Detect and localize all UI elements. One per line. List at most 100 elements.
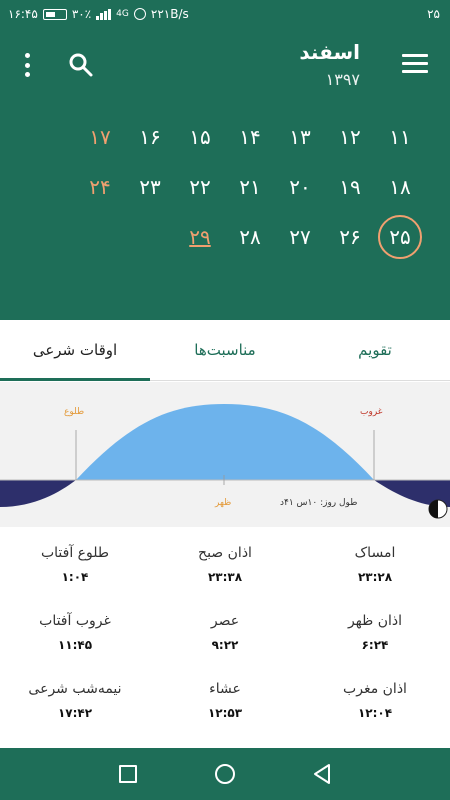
prayer-time-cell: امساک ۲۳:۲۸ xyxy=(300,532,450,597)
calendar-day-number: ۱۴ xyxy=(239,125,261,149)
alarm-icon xyxy=(133,8,146,20)
prayer-time-name: اذان ظهر xyxy=(347,613,403,629)
calendar-day-number: ۱۲ xyxy=(339,125,361,149)
prayer-time-value: ۹:۲۲ xyxy=(211,638,239,652)
calendar-day-number: ۲۴ xyxy=(89,175,111,199)
sun-position-chart: طلوع غروب ظهر طول روز: ۱۰س ۴۱د xyxy=(0,382,450,527)
calendar-day[interactable]: ۱۱ xyxy=(375,112,425,162)
prayer-time-cell: غروب آفتاب ۱۱:۴۵ xyxy=(0,600,150,665)
status-left-group: ۱۶:۴۵ ۳۰٪ 4G ۲۲۱B/s xyxy=(8,7,189,21)
prayer-time-cell: اذان مغرب ۱۲:۰۴ xyxy=(300,668,450,733)
prayer-time-name: امساک xyxy=(354,545,396,561)
calendar-day-number: ۲۷ xyxy=(289,225,311,249)
status-date: ۲۵ xyxy=(427,7,440,21)
prayer-time-cell: اذان صبح ۲۳:۳۸ xyxy=(150,532,300,597)
prayer-time-name: طلوع آفتاب xyxy=(40,545,110,561)
calendar-day-number: ۲۹ xyxy=(189,225,211,249)
tab-occasions[interactable]: مناسبت‌ها xyxy=(150,320,300,380)
prayer-time-name: اذان صبح xyxy=(198,545,252,561)
tab-prayer-times[interactable]: اوقات شرعی xyxy=(0,320,150,381)
calendar-day-number: ۱۱ xyxy=(389,125,411,149)
calendar-day-number: ۱۵ xyxy=(189,125,211,149)
calendar-day[interactable]: ۲۸ xyxy=(225,212,275,262)
calendar-day-number: ۱۸ xyxy=(389,175,411,199)
calendar-week-row: ۱۸ ۱۹ ۲۰ ۲۱ ۲۲ ۲۳ ۲۴ xyxy=(25,162,425,212)
prayer-time-value: ۱۱:۴۵ xyxy=(57,638,93,652)
prayer-time-value: ۱۲:۰۴ xyxy=(357,706,393,720)
prayer-time-cell: اذان ظهر ۶:۲۴ xyxy=(300,600,450,665)
calendar-week-row: ۲۵ ۲۶ ۲۷ ۲۸ ۲۹ xyxy=(25,212,425,262)
calendar-day[interactable]: ۲۰ xyxy=(275,162,325,212)
calendar-day[interactable]: ۲۱ xyxy=(225,162,275,212)
month-title[interactable]: اسفند xyxy=(299,40,360,64)
calendar-day[interactable]: ۲۶ xyxy=(325,212,375,262)
prayer-time-name: غروب آفتاب xyxy=(39,613,111,629)
year-title[interactable]: ۱۳۹۷ xyxy=(326,70,360,89)
calendar-day[interactable]: ۱۹ xyxy=(325,162,375,212)
calendar-day-selected[interactable]: ۲۵ xyxy=(375,212,425,262)
moon-icon xyxy=(428,499,448,519)
prayer-time-cell: عصر ۹:۲۲ xyxy=(150,600,300,665)
day-length-label: طول روز: ۱۰س ۴۱د xyxy=(280,498,358,508)
prayer-time-name: عشاء xyxy=(209,681,241,697)
noon-label: ظهر xyxy=(215,498,232,508)
calendar-day[interactable]: ۲۴ xyxy=(75,162,125,212)
hamburger-menu-icon[interactable] xyxy=(402,54,428,74)
calendar-day[interactable]: ۱۵ xyxy=(175,112,225,162)
calendar-grid: ۱۱ ۱۲ ۱۳ ۱۴ ۱۵ ۱۶ ۱۷ ۱۸ ۱۹ ۲۰ ۲۱ ۲۲ ۲۳ ۲۴ ۲۵ ۲۶ ۲۷ ۲۸ ۲۹ xyxy=(25,112,425,262)
calendar-day[interactable]: ۲۷ xyxy=(275,212,325,262)
calendar-day[interactable]: ۲۲ xyxy=(175,162,225,212)
calendar-week-row: ۱۱ ۱۲ ۱۳ ۱۴ ۱۵ ۱۶ ۱۷ xyxy=(25,112,425,162)
calendar-day-number: ۲۵ xyxy=(378,215,422,259)
more-vertical-icon[interactable] xyxy=(20,52,34,78)
battery-text: ۳۰٪ xyxy=(71,7,92,21)
sunrise-label: طلوع xyxy=(64,407,85,417)
prayer-time-value: ۱۲:۵۳ xyxy=(207,706,243,720)
status-bar: ۱۶:۴۵ ۳۰٪ 4G ۲۲۱B/s ۲۵ xyxy=(0,0,450,30)
network-type-text: 4G xyxy=(116,9,129,19)
prayer-time-name: اذان مغرب xyxy=(343,681,407,697)
calendar-day-number: ۲۱ xyxy=(239,175,261,199)
search-icon[interactable] xyxy=(68,52,94,78)
prayer-time-value: ۱:۰۴ xyxy=(61,570,89,584)
battery-icon xyxy=(42,8,67,20)
calendar-day[interactable]: ۱۶ xyxy=(125,112,175,162)
prayer-time-cell: عشاء ۱۲:۵۳ xyxy=(150,668,300,733)
prayer-times-row: امساک ۲۳:۲۸ اذان صبح ۲۳:۳۸ طلوع آفتاب ۱:۰۴ xyxy=(0,532,450,597)
prayer-time-name: نیمه‌شب شرعی xyxy=(28,681,122,697)
signal-icon xyxy=(96,8,112,20)
square-recents-icon[interactable] xyxy=(115,761,141,787)
calendar-day[interactable]: ۲۹ xyxy=(175,212,225,262)
clock-text: ۱۶:۴۵ xyxy=(8,7,38,21)
calendar-day-number: ۲۳ xyxy=(139,175,161,199)
prayer-times-row: اذان مغرب ۱۲:۰۴ عشاء ۱۲:۵۳ نیمه‌شب شرعی ۱۷:۴۲ xyxy=(0,668,450,733)
prayer-time-value: ۲۳:۳۸ xyxy=(207,570,243,584)
prayer-time-value: ۲۳:۲۸ xyxy=(357,570,393,584)
calendar-day[interactable]: ۱۴ xyxy=(225,112,275,162)
prayer-times-row: اذان ظهر ۶:۲۴ عصر ۹:۲۲ غروب آفتاب ۱۱:۴۵ xyxy=(0,600,450,665)
calendar-day-number: ۲۲ xyxy=(189,175,211,199)
sunset-label: غروب xyxy=(360,407,383,417)
circle-home-icon[interactable] xyxy=(212,761,238,787)
calendar-day-number: ۱۳ xyxy=(289,125,311,149)
calendar-day[interactable]: ۱۷ xyxy=(75,112,125,162)
calendar-day-number: ۲۰ xyxy=(289,175,311,199)
tab-calendar[interactable]: تقویم xyxy=(300,320,450,380)
prayer-time-cell: نیمه‌شب شرعی ۱۷:۴۲ xyxy=(0,668,150,733)
prayer-time-value: ۱۷:۴۲ xyxy=(57,706,93,720)
prayer-times-grid: امساک ۲۳:۲۸ اذان صبح ۲۳:۳۸ طلوع آفتاب ۱:۰۴ اذا… xyxy=(0,527,450,747)
prayer-time-value: ۶:۲۴ xyxy=(361,638,389,652)
calendar-day-number: ۱۷ xyxy=(89,125,111,149)
calendar-day[interactable]: ۱۲ xyxy=(325,112,375,162)
calendar-day-number: ۱۶ xyxy=(139,125,161,149)
prayer-time-cell: طلوع آفتاب ۱:۰۴ xyxy=(0,532,150,597)
calendar-day-number: ۱۹ xyxy=(339,175,361,199)
calendar-header: اسفند ۱۳۹۷ ۱۱ ۱۲ ۱۳ ۱۴ ۱۵ ۱۶ ۱۷ ۱۸ ۱۹ ۲۰ ۲۱ ۲۲ ۲۳ ۲۴ ۲… xyxy=(0,30,450,320)
data-speed-text: ۲۲۱B/s xyxy=(150,7,189,21)
calendar-day[interactable]: ۱۳ xyxy=(275,112,325,162)
tab-bar: تقویم مناسبت‌ها اوقات شرعی xyxy=(0,320,450,381)
triangle-back-icon[interactable] xyxy=(309,761,335,787)
calendar-day-number: ۲۸ xyxy=(239,225,261,249)
calendar-day[interactable]: ۱۸ xyxy=(375,162,425,212)
calendar-day[interactable]: ۲۳ xyxy=(125,162,175,212)
